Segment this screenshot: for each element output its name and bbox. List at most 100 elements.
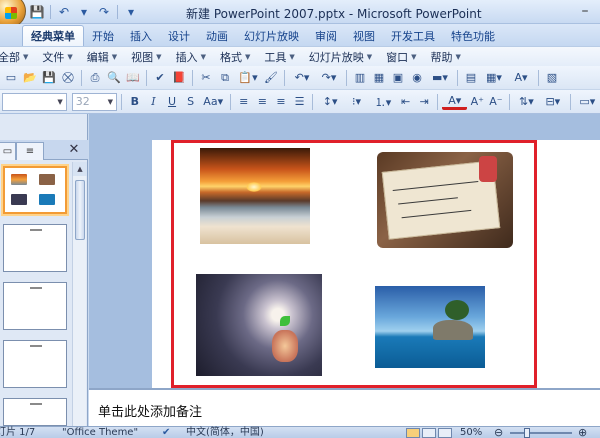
close-icon[interactable]: ✕ xyxy=(66,142,82,158)
new-slide-icon[interactable]: ▤ xyxy=(462,69,480,87)
zoom-level[interactable]: 50% xyxy=(460,427,482,438)
menu-file[interactable]: 文件 ▼ xyxy=(38,49,82,65)
tab-view[interactable]: 视图 xyxy=(345,26,383,46)
language-status[interactable]: 中文(简体，中国) xyxy=(186,427,264,438)
zoom-out-icon[interactable]: ⊖ xyxy=(494,427,503,438)
bullets-icon[interactable]: ⁝▾ xyxy=(344,93,369,111)
font-name-combo[interactable]: ▼ xyxy=(2,92,67,111)
open-icon[interactable]: 📂 xyxy=(21,69,39,87)
menu-tools[interactable]: 工具 ▼ xyxy=(260,49,304,65)
undo-dropdown-icon[interactable]: ▾ xyxy=(75,3,93,21)
scrollbar-thumb[interactable] xyxy=(75,180,85,240)
font-size-combo[interactable]: 32 ▼ xyxy=(71,92,117,111)
bold-icon[interactable]: B xyxy=(126,93,144,111)
font-style-icon[interactable]: A▾ xyxy=(508,69,534,87)
align-text-icon[interactable]: ⊟▾ xyxy=(540,93,565,111)
new-icon[interactable]: ▭ xyxy=(2,69,20,87)
toolbar-separator xyxy=(146,69,147,86)
change-case-icon[interactable]: Aa▾ xyxy=(200,93,225,111)
menu-format[interactable]: 格式 ▼ xyxy=(216,49,260,65)
menu-help[interactable]: 帮助 ▼ xyxy=(427,49,471,65)
menu-label: 窗口 xyxy=(386,50,409,64)
slideshow-view-icon[interactable] xyxy=(438,428,452,438)
normal-view-icon[interactable] xyxy=(406,428,420,438)
notes-pane[interactable]: 单击此处添加备注 xyxy=(89,388,600,426)
font-color-icon[interactable]: A▾ xyxy=(441,94,468,110)
underline-icon[interactable]: U xyxy=(163,93,181,111)
menu-insert[interactable]: 插入 ▼ xyxy=(172,49,216,65)
chevron-down-icon: ▼ xyxy=(244,52,251,61)
tab-review[interactable]: 审阅 xyxy=(307,26,345,46)
minimize-button[interactable]: – xyxy=(570,2,600,20)
layout-icon[interactable]: ▦▾ xyxy=(481,69,507,87)
redo-icon[interactable]: ↷ xyxy=(95,3,113,21)
decrease-indent-icon[interactable]: ⇤ xyxy=(397,93,415,111)
print-preview-icon[interactable]: 🔍 xyxy=(105,69,123,87)
insert-table-icon[interactable]: ▦ xyxy=(370,69,388,87)
scroll-up-icon[interactable]: ▲ xyxy=(73,162,87,176)
qat-separator xyxy=(117,5,118,19)
cut-icon[interactable]: ✂ xyxy=(197,69,215,87)
research-icon[interactable]: 📖 xyxy=(124,69,142,87)
grow-font-icon[interactable]: A⁺ xyxy=(468,93,486,111)
align-center-icon[interactable]: ≡ xyxy=(254,93,272,111)
zoom-slider-track[interactable] xyxy=(510,432,572,434)
insert-chart-icon[interactable]: ▥ xyxy=(351,69,369,87)
menu-all[interactable]: 全部 ▼ xyxy=(0,49,38,65)
spelling-icon[interactable]: ✔ xyxy=(151,69,169,87)
strikethrough-icon[interactable]: S xyxy=(182,93,200,111)
slide-thumbnail-3[interactable] xyxy=(3,282,67,330)
slide-sorter-view-icon[interactable] xyxy=(422,428,436,438)
customize-qat-icon[interactable]: ▾ xyxy=(122,3,140,21)
tab-classic-menu[interactable]: 经典菜单 xyxy=(22,25,84,46)
copy-icon[interactable]: ⧉ xyxy=(216,69,234,87)
tab-insert[interactable]: 插入 xyxy=(122,26,160,46)
chevron-down-icon: ▼ xyxy=(107,97,113,106)
print-icon[interactable]: ⎙ xyxy=(86,69,104,87)
tab-design[interactable]: 设计 xyxy=(160,26,198,46)
text-direction-icon[interactable]: ⇅▾ xyxy=(514,93,539,111)
tab-slideshow[interactable]: 幻灯片放映 xyxy=(236,26,307,46)
zoom-in-icon[interactable]: ⊕ xyxy=(578,427,587,438)
undo-icon[interactable]: ↶▾ xyxy=(289,69,315,87)
redo-icon[interactable]: ↷▾ xyxy=(316,69,342,87)
format-painter-icon[interactable]: 🖌 xyxy=(262,69,280,87)
slide-thumbnail-1[interactable] xyxy=(1,164,69,216)
align-right-icon[interactable]: ≡ xyxy=(272,93,290,111)
tab-animations[interactable]: 动画 xyxy=(198,26,236,46)
increase-indent-icon[interactable]: ⇥ xyxy=(415,93,433,111)
zoom-slider-handle[interactable] xyxy=(524,428,530,438)
shapes-icon[interactable]: ▭▾ xyxy=(575,93,600,111)
thesaurus-icon[interactable]: 📕 xyxy=(170,69,188,87)
permission-icon[interactable]: ⛒ xyxy=(59,69,77,87)
line-spacing-icon[interactable]: ↕▾ xyxy=(317,93,342,111)
italic-icon[interactable]: I xyxy=(145,93,163,111)
menu-window[interactable]: 窗口 ▼ xyxy=(382,49,426,65)
paste-icon[interactable]: 📋▾ xyxy=(235,69,261,87)
numbering-icon[interactable]: ⒈▾ xyxy=(370,93,395,111)
tab-developer[interactable]: 开发工具 xyxy=(383,26,443,46)
tab-features[interactable]: 特色功能 xyxy=(443,26,503,46)
insert-clipart-icon[interactable]: ◉ xyxy=(408,69,426,87)
insert-picture-icon[interactable]: ▣ xyxy=(389,69,407,87)
slide-thumbnail-5[interactable] xyxy=(3,398,67,426)
align-left-icon[interactable]: ≡ xyxy=(235,93,253,111)
tab-outline[interactable]: ≡ xyxy=(16,142,44,160)
design-icon[interactable]: ▧ xyxy=(543,69,561,87)
menu-slideshow[interactable]: 幻灯片放映 ▼ xyxy=(305,49,382,65)
mini-title xyxy=(30,345,42,347)
undo-icon[interactable]: ↶ xyxy=(55,3,73,21)
save-icon[interactable]: 💾 xyxy=(40,69,58,87)
thumbnails-scrollbar[interactable]: ▲ xyxy=(72,162,87,426)
save-icon[interactable]: 💾 xyxy=(28,3,46,21)
slide-thumbnail-2[interactable] xyxy=(3,224,67,272)
menu-view[interactable]: 视图 ▼ xyxy=(127,49,171,65)
justify-icon[interactable]: ☰ xyxy=(291,93,309,111)
tab-slides[interactable]: ▭ xyxy=(0,142,16,160)
tab-home[interactable]: 开始 xyxy=(84,26,122,46)
slide-thumbnail-4[interactable] xyxy=(3,340,67,388)
color-grayscale-icon[interactable]: ▬▾ xyxy=(427,69,453,87)
spell-check-icon[interactable]: ✔ xyxy=(162,427,170,438)
menu-edit[interactable]: 编辑 ▼ xyxy=(83,49,127,65)
shrink-font-icon[interactable]: A⁻ xyxy=(487,93,505,111)
